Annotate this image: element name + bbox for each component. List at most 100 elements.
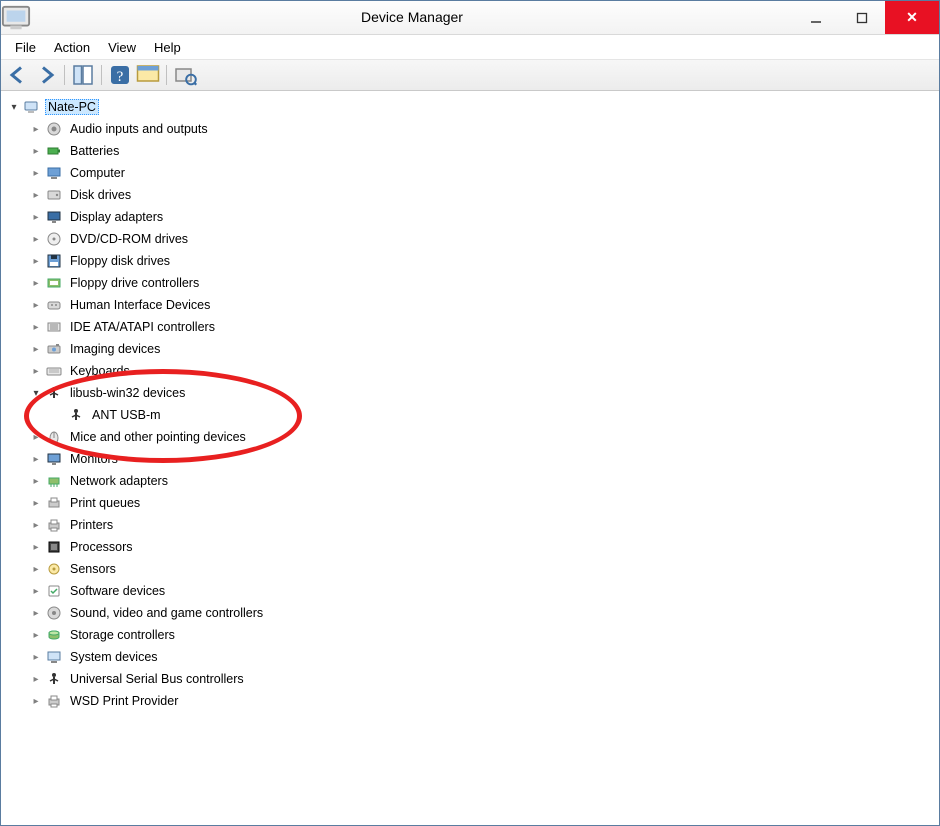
tree-item[interactable]: Software devices [3,580,937,602]
tree-item[interactable]: Sensors [3,558,937,580]
tree-item[interactable]: DVD/CD-ROM drives [3,228,937,250]
floppy-icon [45,252,63,270]
tree-item[interactable]: Monitors [3,448,937,470]
imaging-icon [45,340,63,358]
tree-arrow-collapsed-icon[interactable] [29,166,43,180]
tree-item[interactable]: ANT USB-m [3,404,937,426]
tree-item[interactable]: Printers [3,514,937,536]
printer-icon [45,516,63,534]
tree-arrow-collapsed-icon[interactable] [29,606,43,620]
display-icon [45,208,63,226]
computer-icon [45,164,63,182]
tree-item[interactable]: Audio inputs and outputs [3,118,937,140]
window-title: Device Manager [31,1,793,34]
devices-by-type-button[interactable] [135,62,161,88]
tree-item-label: Software devices [67,583,168,599]
tree-item[interactable]: Print queues [3,492,937,514]
printq-icon [45,494,63,512]
battery-icon [45,142,63,160]
sensor-icon [45,560,63,578]
tree-arrow-collapsed-icon[interactable] [29,232,43,246]
tree-arrow-collapsed-icon[interactable] [29,474,43,488]
tree-item[interactable]: Disk drives [3,184,937,206]
tree-arrow-collapsed-icon[interactable] [29,254,43,268]
tree-item[interactable]: Imaging devices [3,338,937,360]
minimize-button[interactable] [793,1,839,34]
tree-item-label: Print queues [67,495,143,511]
tree-arrow-collapsed-icon[interactable] [29,672,43,686]
tree-item-label: Sound, video and game controllers [67,605,266,621]
tree-arrow-collapsed-icon[interactable] [29,452,43,466]
tree-arrow-collapsed-icon[interactable] [29,518,43,532]
tree-item[interactable]: System devices [3,646,937,668]
menubar: File Action View Help [1,35,939,60]
usb-icon [67,406,85,424]
tree-item[interactable]: Network adapters [3,470,937,492]
tree-item[interactable]: Computer [3,162,937,184]
printer-icon [45,692,63,710]
tree-item[interactable]: Nate-PC [3,96,937,118]
tree-arrow-collapsed-icon[interactable] [29,298,43,312]
help-button[interactable]: ? [107,62,133,88]
cpu-icon [45,538,63,556]
tree-item-label: Keyboards [67,363,133,379]
tree-item-label: Floppy disk drives [67,253,173,269]
tree-item[interactable]: Universal Serial Bus controllers [3,668,937,690]
tree-panel[interactable]: Nate-PCAudio inputs and outputsBatteries… [1,91,939,825]
mouse-icon [45,428,63,446]
tree-item-label: Processors [67,539,136,555]
menu-help[interactable]: Help [146,38,189,57]
tree-arrow-collapsed-icon[interactable] [29,320,43,334]
tree-arrow-collapsed-icon[interactable] [29,276,43,290]
tree-arrow-collapsed-icon[interactable] [29,122,43,136]
tree-arrow-collapsed-icon[interactable] [29,430,43,444]
svg-text:?: ? [117,69,124,85]
tree-arrow-collapsed-icon[interactable] [29,540,43,554]
menu-file[interactable]: File [7,38,44,57]
tree-arrow-collapsed-icon[interactable] [29,144,43,158]
device-manager-window: Device Manager ✕ File Action View Help ?… [0,0,940,826]
tree-item[interactable]: IDE ATA/ATAPI controllers [3,316,937,338]
tree-item[interactable]: Floppy drive controllers [3,272,937,294]
close-button[interactable]: ✕ [885,1,939,34]
tree-item[interactable]: libusb-win32 devices [3,382,937,404]
tree-arrow-collapsed-icon[interactable] [29,562,43,576]
tree-item[interactable]: Storage controllers [3,624,937,646]
menu-view[interactable]: View [100,38,144,57]
tree-item-label: Display adapters [67,209,166,225]
tree-item[interactable]: Floppy disk drives [3,250,937,272]
tree-arrow-expanded-icon[interactable] [29,386,43,400]
back-button[interactable] [5,62,31,88]
software-icon [45,582,63,600]
maximize-button[interactable] [839,1,885,34]
tree-item[interactable]: Mice and other pointing devices [3,426,937,448]
menu-action[interactable]: Action [46,38,98,57]
tree-item-label: Sensors [67,561,119,577]
tree-item[interactable]: Sound, video and game controllers [3,602,937,624]
sound-icon [45,604,63,622]
tree-arrow-collapsed-icon[interactable] [29,210,43,224]
tree-arrow-collapsed-icon[interactable] [29,628,43,642]
optical-icon [45,230,63,248]
tree-item[interactable]: Human Interface Devices [3,294,937,316]
tree-item-label: libusb-win32 devices [67,385,188,401]
tree-item[interactable]: WSD Print Provider [3,690,937,712]
tree-item[interactable]: Batteries [3,140,937,162]
tree-arrow-collapsed-icon[interactable] [29,650,43,664]
tree-item-label: System devices [67,649,161,665]
tree-item[interactable]: Processors [3,536,937,558]
tree-arrow-expanded-icon[interactable] [7,100,21,114]
tree-arrow-collapsed-icon[interactable] [29,694,43,708]
forward-button[interactable] [33,62,59,88]
tree-arrow-collapsed-icon[interactable] [29,342,43,356]
tree-item[interactable]: Keyboards [3,360,937,382]
tree-arrow-collapsed-icon[interactable] [29,584,43,598]
tree-arrow-collapsed-icon[interactable] [29,364,43,378]
tree-item-label: DVD/CD-ROM drives [67,231,191,247]
scan-hardware-button[interactable] [172,62,198,88]
tree-item-label: Printers [67,517,116,533]
tree-arrow-collapsed-icon[interactable] [29,496,43,510]
show-hide-tree-button[interactable] [70,62,96,88]
tree-arrow-collapsed-icon[interactable] [29,188,43,202]
tree-item[interactable]: Display adapters [3,206,937,228]
